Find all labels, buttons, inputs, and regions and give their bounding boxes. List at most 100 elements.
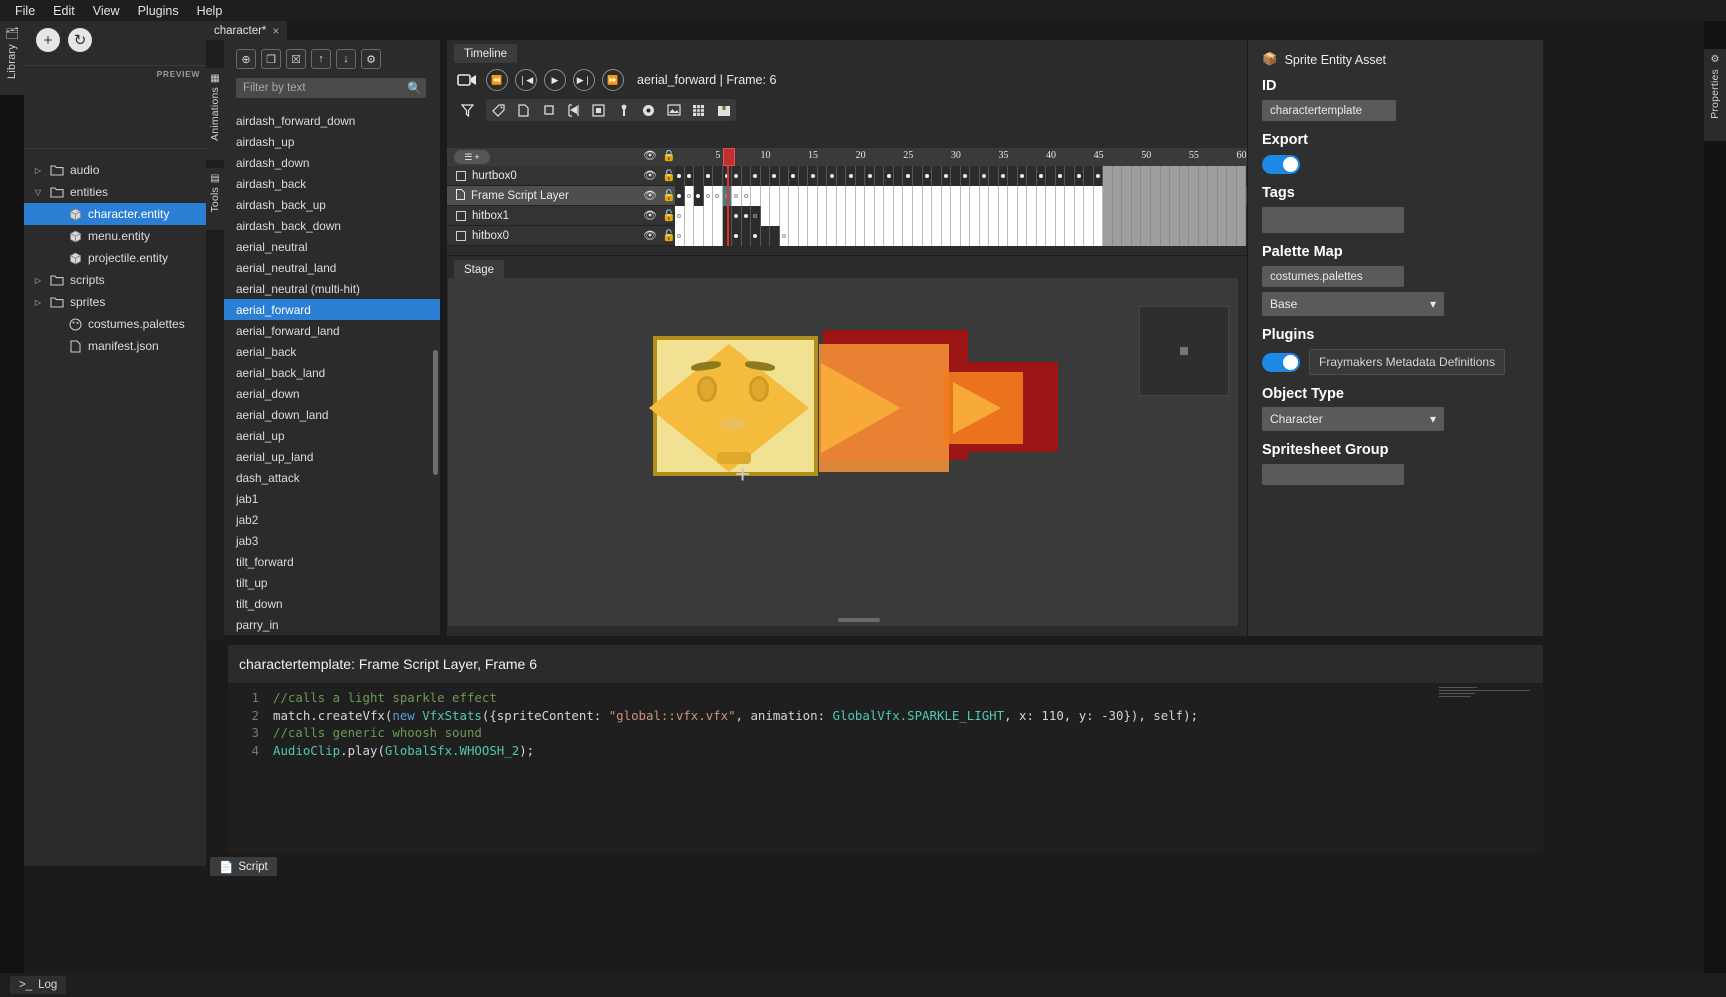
frame-cell[interactable] (780, 186, 790, 206)
frame-cell[interactable] (884, 226, 894, 246)
add-asset-button[interactable]: + (36, 28, 60, 52)
frame-cell[interactable] (1237, 206, 1247, 226)
frame-cell[interactable] (808, 226, 818, 246)
animation-item-parry-in[interactable]: parry_in (224, 614, 440, 635)
frame-cell[interactable] (1103, 226, 1113, 246)
frame-cell[interactable] (704, 166, 714, 186)
frame-track[interactable] (675, 226, 1247, 246)
frame-cell[interactable] (732, 186, 742, 206)
frame-cell[interactable] (818, 186, 828, 206)
frame-cell[interactable] (875, 226, 885, 246)
frame-cell[interactable] (761, 206, 771, 226)
animation-item-aerial-up-land[interactable]: aerial_up_land (224, 446, 440, 467)
tree-item-audio[interactable]: ▷audio (24, 159, 206, 181)
frame-cell[interactable] (999, 206, 1009, 226)
frame-cell[interactable] (704, 226, 714, 246)
frame-cell[interactable] (999, 186, 1009, 206)
frame-cell[interactable] (903, 206, 913, 226)
frame-cell[interactable] (932, 186, 942, 206)
frame-cell[interactable] (742, 206, 752, 226)
circle-icon[interactable] (636, 99, 661, 121)
layer-row[interactable]: hurtbox0👁🔓 (447, 166, 1247, 186)
animation-item-airdash-up[interactable]: airdash_up (224, 131, 440, 152)
frame-cell[interactable] (808, 166, 818, 186)
frame-cell[interactable] (827, 186, 837, 206)
tag-icon[interactable] (486, 99, 511, 121)
menu-edit[interactable]: Edit (44, 1, 84, 21)
frame-cell[interactable] (1122, 166, 1132, 186)
frame-cell[interactable] (961, 166, 971, 186)
frame-cell[interactable] (837, 226, 847, 246)
frame-cell[interactable] (951, 166, 961, 186)
frame-cell[interactable] (1170, 186, 1180, 206)
frame-cell[interactable] (1189, 206, 1199, 226)
frame-cell[interactable] (932, 166, 942, 186)
frame-cell[interactable] (894, 186, 904, 206)
frame-cell[interactable] (1237, 226, 1247, 246)
frame-cell[interactable] (780, 206, 790, 226)
frame-cell[interactable] (894, 166, 904, 186)
frame-cell[interactable] (989, 206, 999, 226)
animation-item-airdash-down[interactable]: airdash_down (224, 152, 440, 173)
frame-cell[interactable] (751, 206, 761, 226)
frame-cell[interactable] (675, 226, 685, 246)
frame-cell[interactable] (951, 186, 961, 206)
frame-cell[interactable] (799, 206, 809, 226)
frame-cell[interactable] (827, 206, 837, 226)
frame-cell[interactable] (961, 226, 971, 246)
animation-item-aerial-back-land[interactable]: aerial_back_land (224, 362, 440, 383)
frame-cell[interactable] (942, 166, 952, 186)
animation-item-aerial-forward-land[interactable]: aerial_forward_land (224, 320, 440, 341)
frame-cell[interactable] (1113, 186, 1123, 206)
frame-cell[interactable] (1113, 166, 1123, 186)
frame-cell[interactable] (1084, 226, 1094, 246)
frame-cell[interactable] (742, 226, 752, 246)
filter-icon[interactable] (455, 99, 480, 121)
frame-cell[interactable] (685, 226, 695, 246)
frame-cell[interactable] (903, 186, 913, 206)
tree-item-sprites[interactable]: ▷sprites (24, 291, 206, 313)
frame-cell[interactable] (1056, 226, 1066, 246)
frame-cell[interactable] (923, 166, 933, 186)
frame-cell[interactable] (923, 206, 933, 226)
tree-item-scripts[interactable]: ▷scripts (24, 269, 206, 291)
frame-cell[interactable] (799, 166, 809, 186)
frame-cell[interactable] (856, 186, 866, 206)
animation-item-airdash-back[interactable]: airdash_back (224, 173, 440, 194)
frame-cell[interactable] (1237, 186, 1247, 206)
frame-cell[interactable] (789, 166, 799, 186)
export-toggle[interactable] (1262, 155, 1300, 174)
frame-cell[interactable] (1218, 226, 1228, 246)
frame-track[interactable] (675, 186, 1247, 206)
frame-cell[interactable] (1075, 166, 1085, 186)
frame-cell[interactable] (1141, 226, 1151, 246)
frame-cell[interactable] (846, 206, 856, 226)
animation-item-jab3[interactable]: jab3 (224, 530, 440, 551)
menu-plugins[interactable]: Plugins (129, 1, 188, 21)
frame-cell[interactable] (818, 166, 828, 186)
frame-cell[interactable] (999, 226, 1009, 246)
frame-cell[interactable] (818, 226, 828, 246)
frame-cell[interactable] (1037, 206, 1047, 226)
transform-icon[interactable] (561, 99, 586, 121)
frame-cell[interactable] (923, 186, 933, 206)
frame-cell[interactable] (770, 166, 780, 186)
frame-cell[interactable] (732, 166, 742, 186)
frame-cell[interactable] (970, 206, 980, 226)
frame-cell[interactable] (884, 186, 894, 206)
animation-item-aerial-forward[interactable]: aerial_forward (224, 299, 440, 320)
frame-cell[interactable] (1008, 226, 1018, 246)
frame-cell[interactable] (1056, 206, 1066, 226)
frame-cell[interactable] (1141, 186, 1151, 206)
frame-cell[interactable] (865, 206, 875, 226)
frame-cell[interactable] (884, 166, 894, 186)
frame-cell[interactable] (1132, 226, 1142, 246)
frame-cell[interactable] (1237, 166, 1247, 186)
frame-cell[interactable] (1046, 186, 1056, 206)
dock-tab-animations[interactable]: ▦ Animations (206, 68, 224, 160)
frame-cell[interactable] (1037, 186, 1047, 206)
frame-cell[interactable] (989, 166, 999, 186)
frame-cell[interactable] (1227, 206, 1237, 226)
frame-cell[interactable] (951, 206, 961, 226)
rewind-start-button[interactable]: ⏪ (486, 69, 508, 91)
